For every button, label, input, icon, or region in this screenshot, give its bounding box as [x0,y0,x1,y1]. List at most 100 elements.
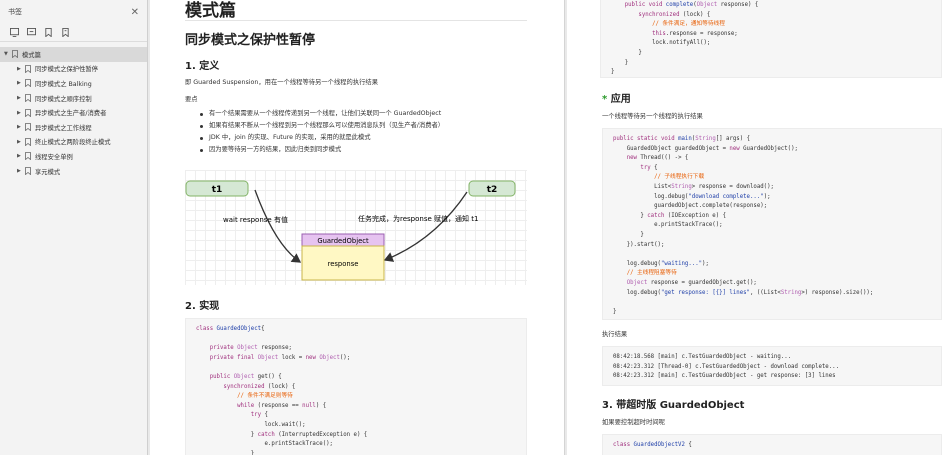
bookmark-item[interactable]: ▶ 异步模式之工作线程 [0,120,147,135]
bookmark-label: 终止模式之两阶段终止模式 [35,139,111,147]
code-token: "get response: [{}] lines" [660,289,750,296]
expand-right-icon[interactable]: ▶ [17,124,24,130]
code-token: public void [624,2,666,8]
application-title: 应用 [610,94,631,105]
expand-right-icon[interactable]: ▶ [17,168,24,174]
bookmark-item[interactable]: ▶ 线程安全单例 [0,149,147,164]
code-line: } [196,450,526,455]
code-line: GuardedObject guardedObject = new Guarde… [613,145,941,155]
add-bookmark-icon[interactable] [44,28,53,37]
guarded-object-diagram: t1 t2 GuardedObject response wait respon… [185,170,527,285]
code-line: } [611,49,941,59]
code-token: } [611,59,629,66]
code-line: private Object response; [196,344,526,354]
bookmark-label: 模式篇 [22,51,41,59]
bookmark-icon [11,50,19,59]
code-line: synchronized (lock) { [611,11,941,21]
code-token: class [613,442,634,448]
code-token: catch [257,431,279,438]
code-block-complete: public void complete(Object response) { … [600,0,942,78]
bookmark-icon [24,137,32,146]
bookmark-item[interactable]: ▶ 享元模式 [0,164,147,179]
code-token: List< [613,183,672,190]
code-token: GuardedObjectV2 [633,442,685,448]
code-token: lock = [281,354,306,361]
code-line: synchronized (lock) { [196,383,526,393]
code-token: log.debug( [613,193,689,200]
bookmark-label: 异步模式之生产者/消费者 [35,110,107,118]
code-token: private [209,345,238,352]
code-block-guarded-object-v2: class GuardedObjectV2 { [602,434,942,455]
bookmarks-panel: 书签 ✕ ▼ 模式篇 ▶ 同步模式之保护性暂停 ▶ 同步模式之 Balking ▶ 同步模式之… [0,0,148,455]
code-token: // 条件满足，通知等待线程 [652,21,725,28]
bookmark-item[interactable]: ▶ 同步模式之顺序控制 [0,91,147,106]
output-line: 08:42:23.312 [main] c.TestGuardedObject … [613,373,836,380]
expand-right-icon[interactable]: ▶ [17,110,24,116]
bookmark-item[interactable]: ▶ 终止模式之两阶段终止模式 [0,135,147,150]
diagram-svg: t1 t2 GuardedObject response wait respon… [185,180,516,281]
bookmark-item[interactable]: ▼ 模式篇 [0,47,147,62]
code-token: Object [257,354,282,361]
bookmark-item[interactable]: ▶ 同步模式之 Balking [0,76,147,91]
bookmark-item[interactable]: ▶ 异步模式之生产者/消费者 [0,105,147,120]
code-token: { [654,164,658,171]
code-line: private final Object lock = new Object()… [196,354,526,364]
code-line: e.printStackTrace(); [196,440,526,450]
code-line: // 条件不满足则等待 [196,392,526,402]
bookmark-label: 异步模式之工作线程 [35,124,92,132]
bookmark-label: 享元模式 [35,168,61,176]
bookmark-item[interactable]: ▶ 同步模式之保护性暂停 [0,62,147,77]
code-token: }).start(); [613,241,665,248]
code-token: lock.wait(); [196,421,306,428]
code-token: ) { [315,402,327,409]
key-point: 如果有结果不断从一个线程到另一个线程那么可以使用消息队列（见生产者/消费者） [200,120,444,132]
code-token: new [729,145,744,152]
expand-all-icon[interactable] [10,28,19,37]
code-token: { [261,326,265,332]
code-token: ); [763,193,771,200]
bookmark-options-icon[interactable] [61,28,70,37]
code-token: this [652,30,666,37]
code-token: (lock) { [267,383,296,390]
code-line: } [613,308,941,318]
code-token: while [237,402,258,409]
bookmark-icon [24,94,32,103]
expand-right-icon[interactable]: ▶ [17,139,24,145]
expand-down-icon[interactable]: ▼ [4,51,11,57]
code-line: } catch (IOException e) { [613,212,941,222]
code-token: null [302,402,316,409]
code-token: .response = response; [665,30,738,37]
code-line: log.debug("download complete..."); [613,193,941,203]
code-token: Object [319,354,340,361]
bookmark-icon [24,123,32,132]
code-token: try [250,412,265,419]
code-token: class [196,326,217,332]
code-token: >) response).size()); [801,289,874,296]
definition-heading: 1. 定义 [185,61,220,72]
expand-right-icon[interactable]: ▶ [17,153,24,159]
key-points-label: 要点 [185,96,198,103]
expand-right-icon[interactable]: ▶ [17,80,24,86]
code-line: }).start(); [613,241,941,251]
code-line: e.printStackTrace(); [613,221,941,231]
code-token: log.debug( [613,289,661,296]
expand-right-icon[interactable]: ▶ [17,95,24,101]
code-token: [] args) { [715,136,750,142]
code-line: Object response = guardedObject.get(); [613,279,941,289]
bookmark-label: 同步模式之保护性暂停 [35,66,98,74]
code-line: public void complete(Object response) { [611,1,941,11]
close-icon[interactable]: ✕ [131,7,139,18]
definition-text: 即 Guarded Suspension，用在一个线程等待另一个线程的执行结果 [185,79,379,86]
output-line: 08:42:23.312 [Thread-0] c.TestGuardedObj… [613,363,839,370]
key-point: 有一个结果需要从一个线程传递到另一个线程，让他们关联同一个 GuardedObj… [200,108,444,120]
expand-right-icon[interactable]: ▶ [17,66,24,72]
collapse-all-icon[interactable] [27,28,36,37]
